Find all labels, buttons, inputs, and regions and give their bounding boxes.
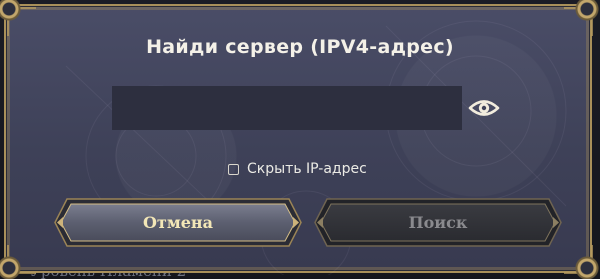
corner-ornament-top-left [0, 0, 22, 22]
hide-ip-label: Скрыть IP-адрес [247, 161, 367, 177]
ip-address-input[interactable] [112, 86, 462, 130]
search-button-label: Поиск [408, 213, 468, 232]
game-screen: Уровень Пламени 2 Найди сервер ( [0, 0, 600, 279]
cancel-button-label: Отмена [142, 213, 213, 232]
toggle-ip-visibility-button[interactable] [467, 94, 501, 122]
hide-ip-checkbox[interactable] [228, 163, 239, 175]
corner-ornament-top-right [574, 0, 600, 22]
hide-ip-toggle[interactable]: Скрыть IP-адрес [228, 158, 367, 180]
corner-ornament-bottom-left [0, 255, 22, 279]
eye-icon [468, 100, 500, 116]
corner-ornament-bottom-right [574, 255, 600, 279]
dialog-title: Найди сервер (IPV4-адрес) [146, 36, 454, 58]
search-button[interactable]: Поиск [313, 195, 563, 250]
cancel-button[interactable]: Отмена [53, 195, 303, 250]
find-server-dialog: Найди сервер (IPV4-адрес) Скрыть IP-адре… [0, 0, 600, 279]
